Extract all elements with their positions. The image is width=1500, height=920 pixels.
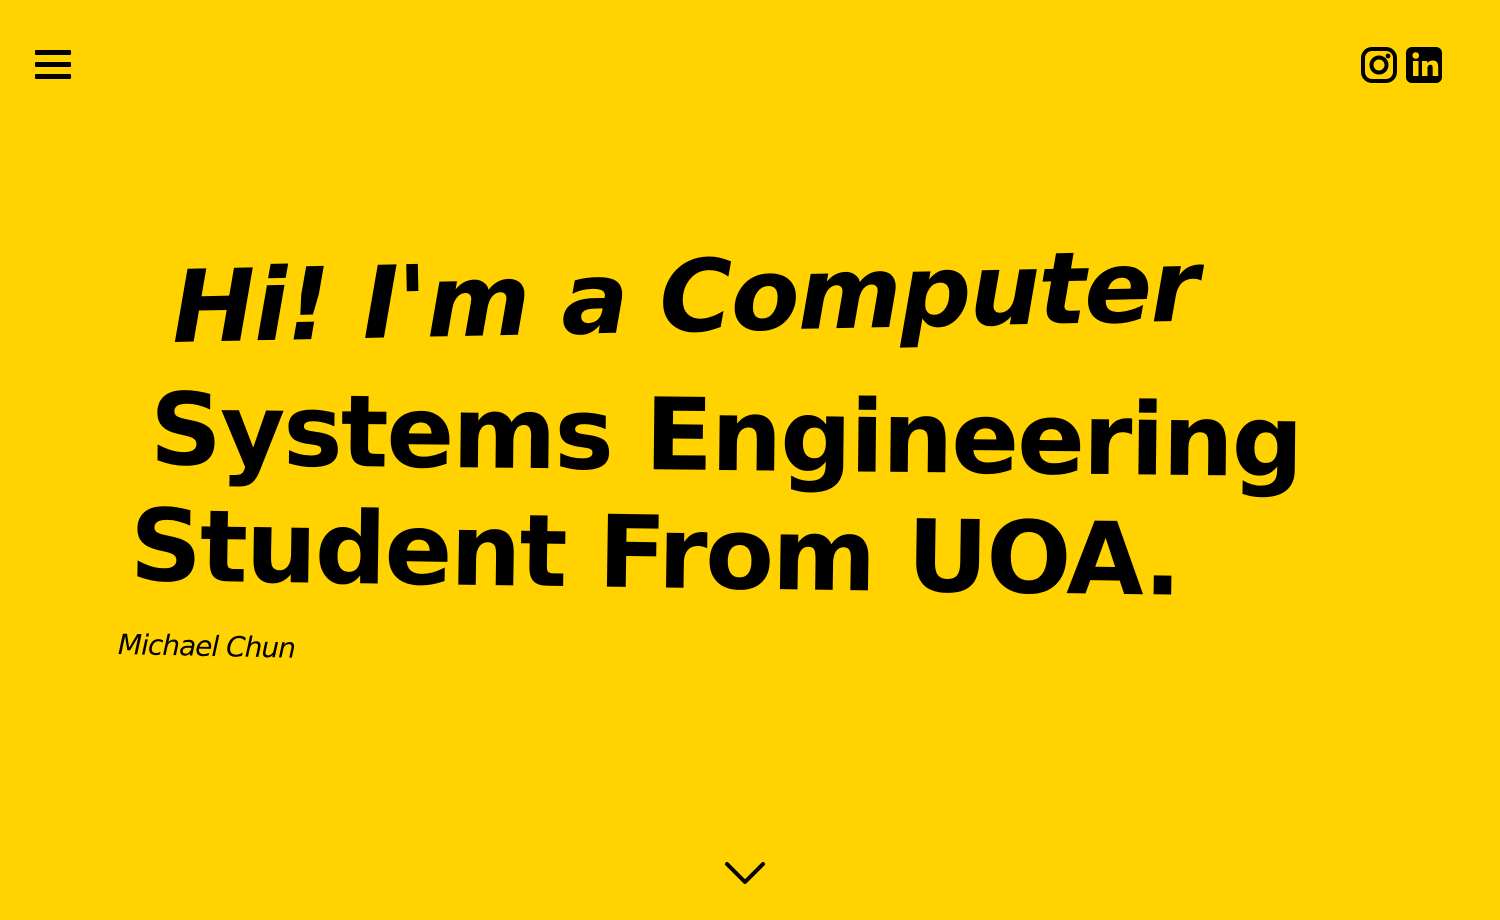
headline-line-1: Hi! I'm a Computer	[170, 227, 1199, 366]
headline-line-3: Student From UOA.	[129, 487, 1181, 619]
chevron-down-icon[interactable]	[722, 856, 768, 890]
hero-section: Hi! I'm a Computer Systems Engineering S…	[0, 0, 1500, 920]
author-name: Michael Chun	[117, 628, 296, 665]
headline-line-2: Systems Engineering	[149, 371, 1303, 501]
